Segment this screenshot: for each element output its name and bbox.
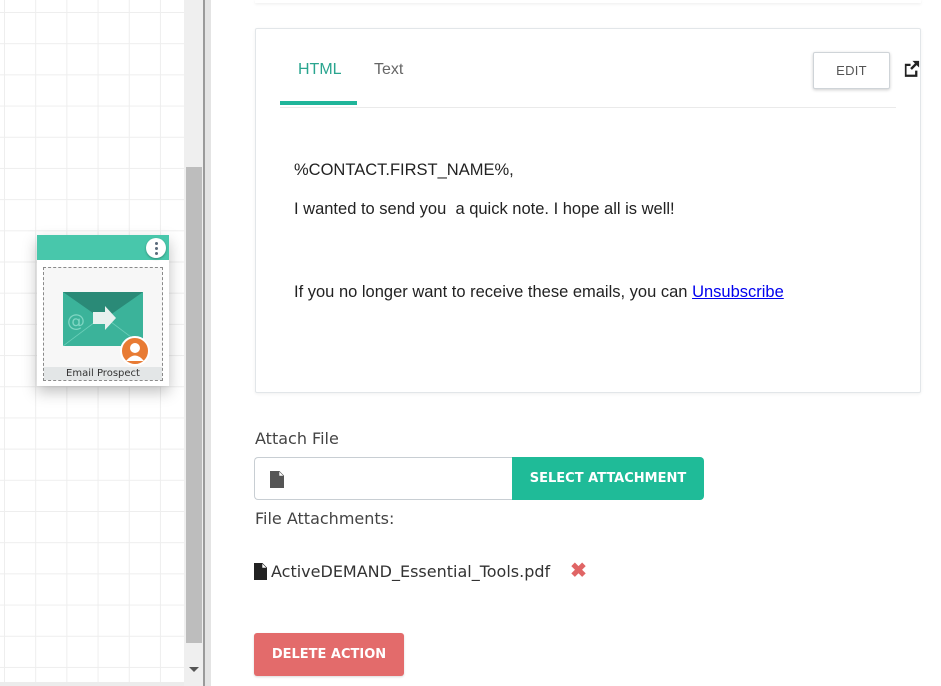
workflow-node-email-prospect[interactable]: @ Email Prospect xyxy=(37,235,169,386)
horizontal-scrollbar[interactable] xyxy=(0,682,184,686)
active-tab-indicator xyxy=(280,101,357,105)
email-message: I wanted to send you a quick note. I hop… xyxy=(294,200,675,218)
file-attachments-label: File Attachments: xyxy=(255,509,395,528)
contact-avatar-icon xyxy=(120,336,150,366)
tab-text[interactable]: Text xyxy=(374,61,403,79)
file-icon xyxy=(254,562,267,580)
select-attachment-button[interactable]: SELECT ATTACHMENT xyxy=(512,457,704,500)
attachment-filename[interactable]: ActiveDEMAND_Essential_Tools.pdf xyxy=(271,562,550,581)
more-vertical-icon[interactable] xyxy=(146,238,166,258)
node-body[interactable]: @ Email Prospect xyxy=(43,267,163,381)
attach-file-label: Attach File xyxy=(255,429,339,448)
content-tabs: HTML Text EDIT xyxy=(280,29,920,108)
scrollbar-thumb[interactable] xyxy=(186,167,202,643)
previous-card-edge xyxy=(255,0,921,3)
attachment-file-input[interactable] xyxy=(254,457,513,500)
file-icon xyxy=(270,471,284,488)
delete-action-button[interactable]: DELETE ACTION xyxy=(254,633,404,676)
email-greeting: %CONTACT.FIRST_NAME%, xyxy=(294,161,514,179)
unsubscribe-link[interactable]: Unsubscribe xyxy=(692,283,784,301)
node-label: Email Prospect xyxy=(44,367,162,380)
panel-splitter[interactable] xyxy=(203,0,211,686)
remove-attachment-icon[interactable]: ✖ xyxy=(570,561,587,581)
workflow-canvas[interactable]: @ Email Prospect xyxy=(0,0,184,682)
external-link-icon[interactable] xyxy=(902,59,921,78)
tab-html[interactable]: HTML xyxy=(298,61,342,79)
edit-button[interactable]: EDIT xyxy=(813,52,890,89)
node-header xyxy=(37,235,169,260)
email-footer: If you no longer want to receive these e… xyxy=(294,283,784,302)
email-content-card: HTML Text EDIT %CONTACT.FIRST_NAME%, I w… xyxy=(255,28,921,393)
vertical-scrollbar[interactable] xyxy=(184,0,203,686)
scroll-down-arrow-icon[interactable] xyxy=(189,667,199,672)
email-footer-text: If you no longer want to receive these e… xyxy=(294,283,693,301)
attachment-item: ActiveDEMAND_Essential_Tools.pdf ✖ xyxy=(254,560,587,582)
svg-text:@: @ xyxy=(67,311,85,332)
